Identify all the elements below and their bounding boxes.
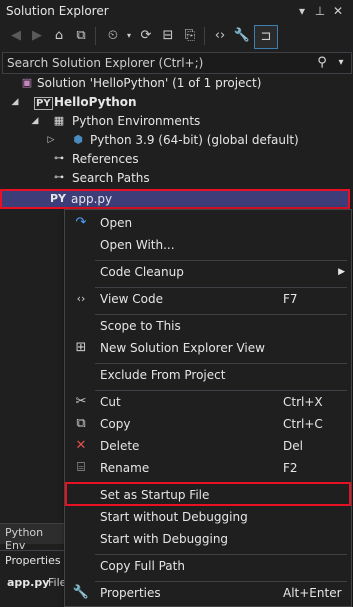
tree-item-project[interactable]: ◢ PY HelloPython <box>0 93 350 112</box>
menu-item-cut[interactable]: ✂ Cut Ctrl+X <box>65 391 351 413</box>
open-icon: ↷ <box>75 215 87 230</box>
menu-item-copy[interactable]: ⧉ Copy Ctrl+C <box>65 413 351 435</box>
startup-highlight-box <box>65 482 351 506</box>
search-paths-label: Search Paths <box>72 171 150 185</box>
tab-python-environments[interactable]: Python Env <box>0 523 64 552</box>
switch-views-icon[interactable]: ⧉ <box>71 25 91 47</box>
home-icon[interactable]: ⌂ <box>49 25 69 47</box>
environments-folder-icon: ▦ <box>53 114 65 127</box>
menu-item-properties[interactable]: 🔧 Properties Alt+Enter <box>65 582 351 604</box>
scissors-icon: ✂ <box>75 394 87 409</box>
menu-item-view-code[interactable]: ‹› View Code F7 <box>65 288 351 310</box>
view-code-icon: ‹› <box>76 292 86 305</box>
expanded-triangle-icon[interactable]: ◢ <box>30 112 40 131</box>
rename-icon: ⌸ <box>77 460 85 475</box>
wrench-icon: 🔧 <box>72 585 90 600</box>
preview-selected-items-icon[interactable]: ⊐ <box>254 25 278 49</box>
expanded-triangle-icon[interactable]: ◢ <box>10 93 20 112</box>
dropdown-icon[interactable]: ▾ <box>294 3 310 19</box>
python-project-icon: PY <box>34 97 53 110</box>
python-file-icon: PY <box>50 192 67 205</box>
properties-object-selector[interactable]: app.py File <box>0 574 66 592</box>
toolbar-separator <box>95 27 96 45</box>
project-label: HelloPython <box>54 95 137 109</box>
search-input[interactable] <box>7 55 307 71</box>
delete-x-icon: ✕ <box>75 438 87 453</box>
menu-item-scope-to-this[interactable]: Scope to This <box>65 315 351 337</box>
menu-item-copy-full-path[interactable]: Copy Full Path <box>65 555 351 577</box>
menu-item-rename[interactable]: ⌸ Rename F2 <box>65 457 351 479</box>
show-all-files-icon[interactable]: ⎘ <box>180 25 200 47</box>
properties-panel-header: Properties <box>0 550 64 571</box>
pin-icon[interactable]: ⊥ <box>312 3 328 19</box>
view-code-icon[interactable]: ‹› <box>210 25 230 47</box>
tree-item-app-py[interactable]: PY app.py <box>0 189 350 209</box>
tree-item-python-environments[interactable]: ◢ ▦ Python Environments <box>0 112 350 131</box>
search-options-dropdown-icon[interactable]: ▾ <box>334 54 348 72</box>
menu-item-new-solution-explorer-view[interactable]: ⊞ New Solution Explorer View <box>65 337 351 359</box>
tree-item-solution[interactable]: ▣ Solution 'HelloPython' (1 of 1 project… <box>0 74 350 93</box>
sync-icon[interactable]: ⟳ <box>136 25 156 47</box>
references-label: References <box>72 152 139 166</box>
references-icon: ⊶ <box>54 153 64 164</box>
context-menu: ↷ Open Open With... Code Cleanup ▶ ‹› Vi… <box>64 209 352 607</box>
collapsed-triangle-icon[interactable]: ▷ <box>46 131 56 150</box>
forward-icon[interactable]: ▶ <box>27 25 47 47</box>
menu-item-code-cleanup[interactable]: Code Cleanup ▶ <box>65 261 351 283</box>
menu-item-start-with-debugging[interactable]: Start with Debugging <box>65 528 351 550</box>
python-logo-icon: ⬢ <box>73 133 83 146</box>
menu-item-delete[interactable]: ✕ Delete Del <box>65 435 351 457</box>
panel-title: Solution Explorer <box>6 4 109 18</box>
solution-label: Solution 'HelloPython' (1 of 1 project) <box>37 76 262 90</box>
search-box: ⚲ ▾ <box>2 52 352 74</box>
file-label: app.py <box>71 192 113 206</box>
menu-item-exclude-from-project[interactable]: Exclude From Project <box>65 364 351 386</box>
tree-item-python-env[interactable]: ▷ ⬢ Python 3.9 (64-bit) (global default) <box>0 131 350 150</box>
env-label: Python 3.9 (64-bit) (global default) <box>90 133 299 147</box>
properties-wrench-icon[interactable]: 🔧 <box>232 25 252 47</box>
toolbar-separator <box>204 27 205 45</box>
env-folder-label: Python Environments <box>72 114 201 128</box>
new-view-icon: ⊞ <box>75 340 87 355</box>
menu-item-open[interactable]: ↷ Open <box>65 212 351 234</box>
close-icon[interactable]: ✕ <box>330 3 346 19</box>
tree-item-search-paths[interactable]: ⊶ Search Paths <box>0 169 350 188</box>
solution-icon: ▣ <box>21 76 33 89</box>
copy-icon: ⧉ <box>76 416 86 431</box>
collapse-all-icon[interactable]: ⊟ <box>158 25 178 47</box>
search-icon[interactable]: ⚲ <box>313 54 331 72</box>
back-icon[interactable]: ◀ <box>6 25 26 47</box>
submenu-arrow-icon: ▶ <box>338 267 345 277</box>
menu-item-open-with[interactable]: Open With... <box>65 234 351 256</box>
tree-item-references[interactable]: ⊶ References <box>0 150 350 169</box>
menu-item-start-without-debugging[interactable]: Start without Debugging <box>65 506 351 528</box>
search-paths-icon: ⊶ <box>54 172 64 183</box>
